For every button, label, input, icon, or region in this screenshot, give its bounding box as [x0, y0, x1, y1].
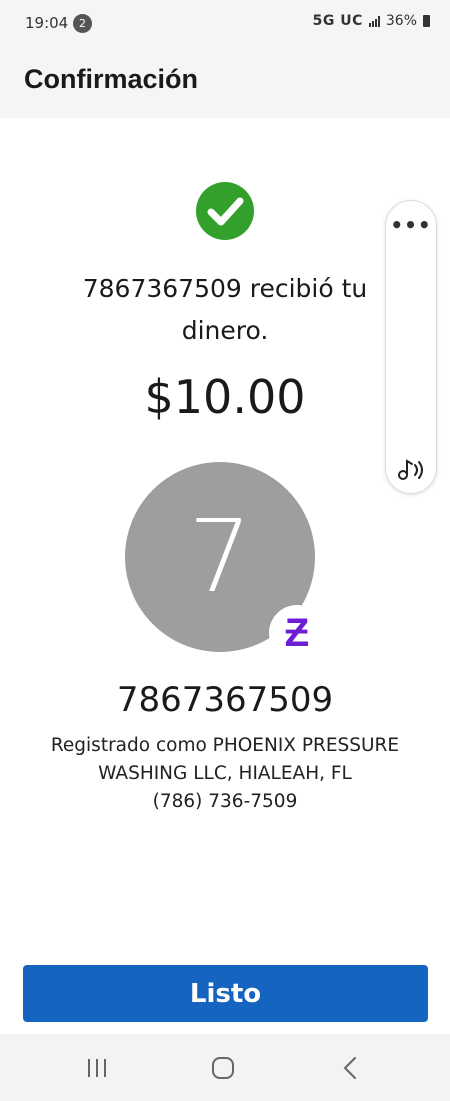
signal-icon — [368, 15, 380, 27]
home-icon[interactable] — [211, 1056, 235, 1080]
page-title: Confirmación — [24, 64, 199, 94]
status-bar: 19:04 2 5G UC 36% — [0, 0, 450, 48]
battery-label: 36% — [385, 13, 417, 29]
registered-info: Registrado como PHOENIX PRESSURE WASHING… — [20, 732, 430, 816]
notification-badge: 2 — [73, 14, 92, 33]
amount-sent: $10.00 — [144, 370, 306, 424]
app-bar: Confirmación — [0, 48, 450, 118]
battery-icon — [423, 15, 430, 27]
back-icon[interactable] — [340, 1056, 360, 1080]
status-indicators: 5G UC 36% — [313, 13, 430, 29]
zelle-icon: Ƶ — [269, 605, 325, 661]
status-time: 19:04 — [25, 14, 69, 32]
navigation-bar — [0, 1034, 450, 1101]
check-circle-icon — [196, 182, 254, 240]
recipient-phone: 7867367509 — [116, 680, 334, 720]
confirmation-message: 7867367509 recibió tu dinero. — [82, 274, 368, 345]
registered-line-2: WASHING LLC, HIALEAH, FL — [98, 763, 352, 784]
registered-line-1: Registrado como PHOENIX PRESSURE — [50, 735, 400, 756]
more-horizontal-icon[interactable]: ••• — [386, 213, 436, 237]
done-button[interactable]: Listo — [23, 965, 428, 1022]
floating-panel[interactable]: ••• — [385, 200, 437, 494]
audio-icon[interactable] — [394, 455, 428, 483]
recent-apps-icon[interactable] — [84, 1057, 110, 1079]
network-label: 5G UC — [312, 13, 363, 29]
formatted-phone: (786) 736-7509 — [152, 791, 298, 812]
